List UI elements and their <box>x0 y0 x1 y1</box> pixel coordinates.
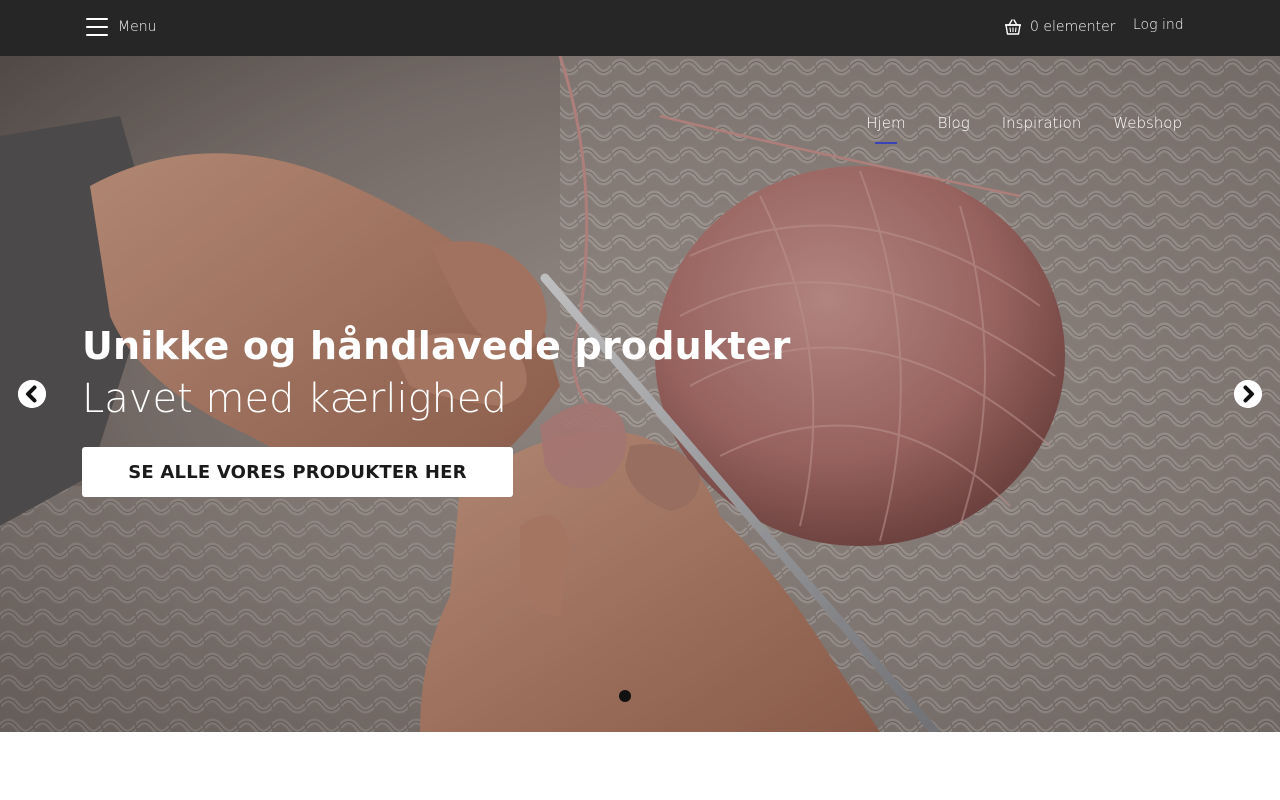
cart-button[interactable]: 0 elementer <box>1003 16 1115 38</box>
nav-item-inspiration[interactable]: Inspiration <box>1002 114 1082 138</box>
menu-label: Menu <box>118 19 157 35</box>
nav-item-blog[interactable]: Blog <box>938 114 970 138</box>
chevron-left-circle-icon <box>18 380 46 408</box>
cart-label: 0 elementer <box>1030 19 1116 35</box>
slider-next-button[interactable] <box>1234 380 1262 408</box>
slider-dot[interactable] <box>619 690 631 702</box>
products-cta-button[interactable]: SE ALLE VORES PRODUKTER HER <box>82 447 513 497</box>
top-bar: Menu 0 elementer Log ind <box>0 0 1280 56</box>
hero-slider: Hjem Blog Inspiration Webshop Unikke og … <box>0 56 1280 732</box>
main-nav: Hjem Blog Inspiration Webshop <box>834 114 1182 138</box>
login-link[interactable]: Log ind <box>1133 17 1184 33</box>
chevron-right-circle-icon <box>1234 380 1262 408</box>
hero-subtitle: Lavet med kærlighed <box>82 376 507 422</box>
slider-prev-button[interactable] <box>18 380 46 408</box>
menu-button[interactable]: Menu <box>86 14 156 40</box>
nav-item-hjem[interactable]: Hjem <box>866 114 905 138</box>
nav-item-webshop[interactable]: Webshop <box>1113 114 1182 138</box>
hero-title: Unikke og håndlavede produkter <box>82 324 791 368</box>
basket-icon <box>1005 19 1021 35</box>
hamburger-icon <box>86 18 108 36</box>
